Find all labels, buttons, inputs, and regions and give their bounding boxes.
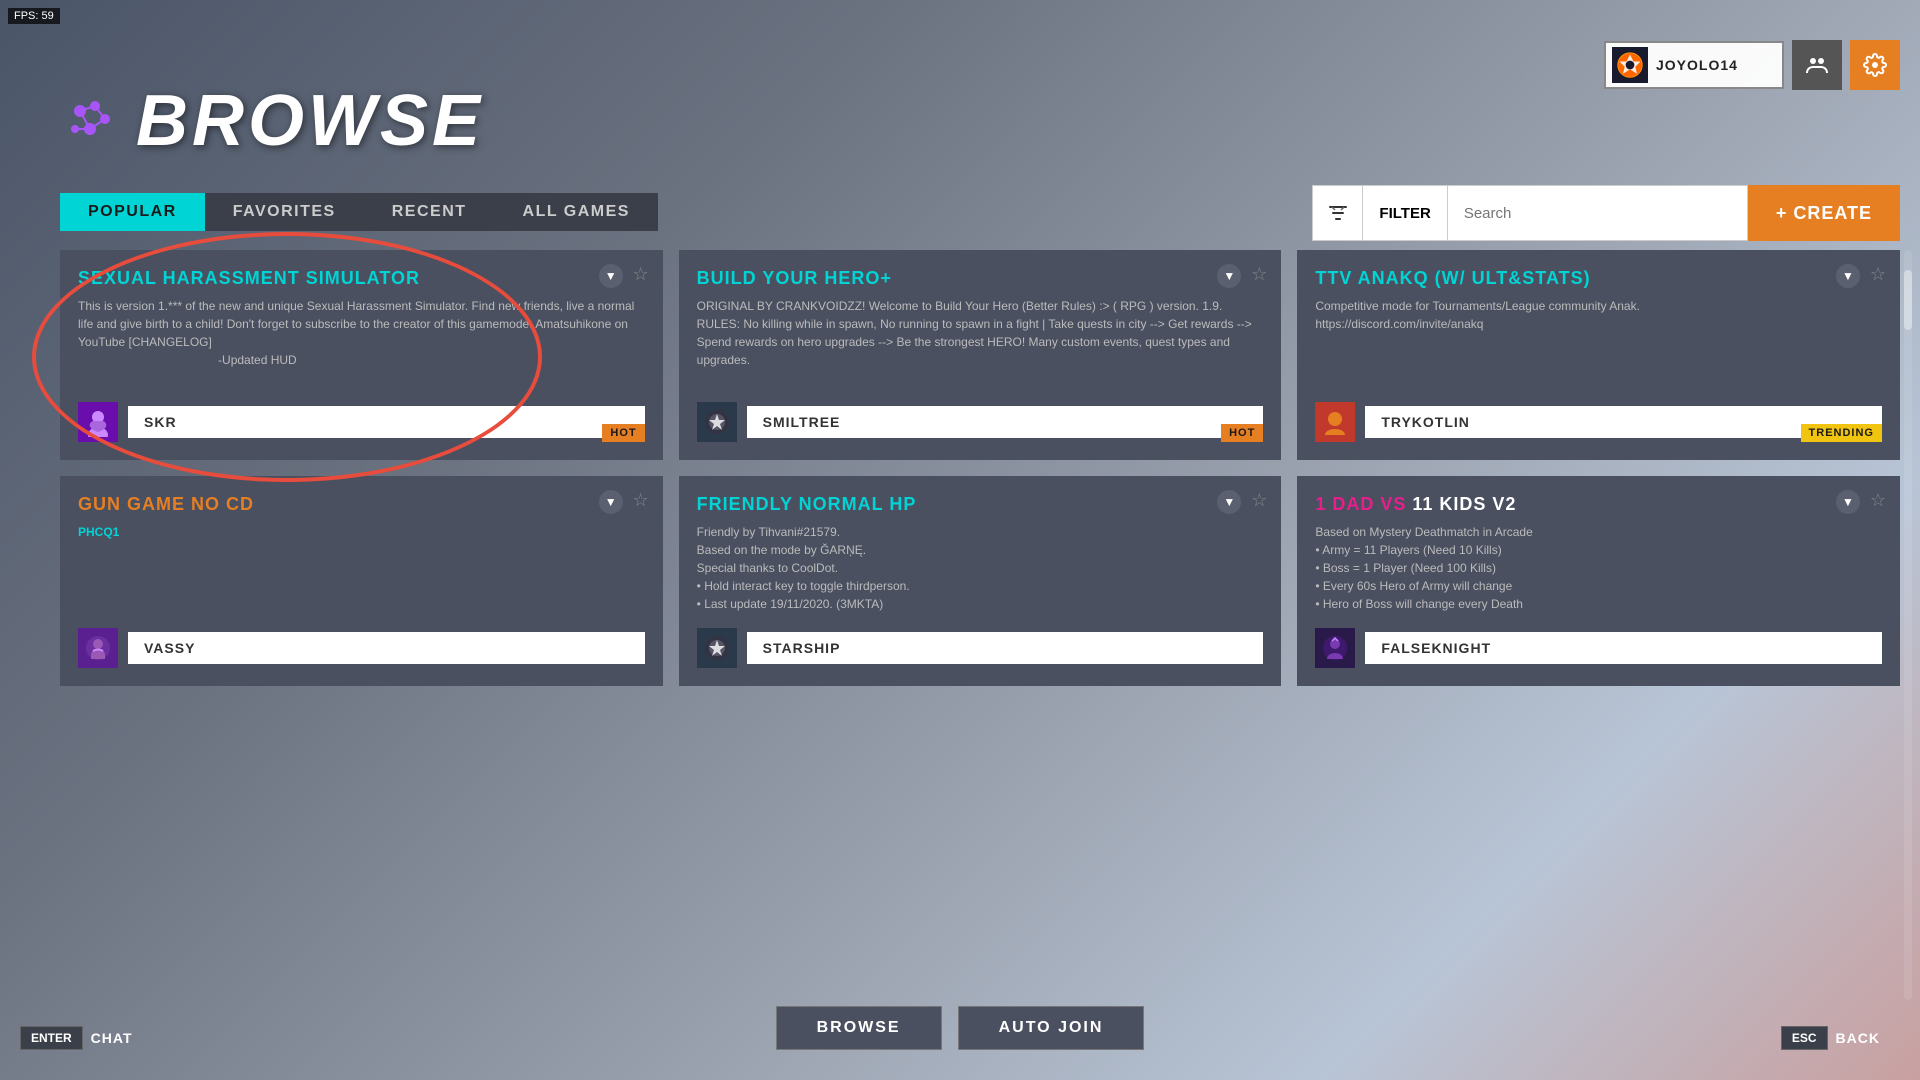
card-build-your-hero[interactable]: BUILD YOUR HERO+ ORIGINAL BY CRANKVOIDZZ… [679,250,1282,460]
card-desc: Competitive mode for Tournaments/League … [1315,297,1882,333]
card-friendly-normal-hp[interactable]: FRIENDLY NORMAL HP Friendly by Tihvani#2… [679,476,1282,686]
username: JOYOLO14 [1656,57,1738,73]
esc-key: ESC [1781,1026,1828,1050]
player-avatar [697,402,737,442]
cards-grid: SEXUAL HARASSMENT SIMULATOR This is vers… [60,250,1900,686]
back-label: BACK [1836,1030,1880,1046]
fps-value: 59 [42,10,54,22]
tabs-bar: POPULAR FAVORITES RECENT ALL GAMES [60,193,658,231]
card-star-icon[interactable]: ☆ [633,490,649,511]
scroll-thumb [1904,270,1912,330]
player-name: SKR [128,406,645,438]
card-chevron-icon[interactable]: ▼ [599,490,623,514]
card-star-icon[interactable]: ☆ [1251,490,1267,511]
card-chevron-icon[interactable]: ▼ [1836,490,1860,514]
card-title: FRIENDLY NORMAL HP [697,494,1264,515]
tab-favorites[interactable]: FAVORITES [205,193,364,231]
card-desc: Based on Mystery Deathmatch in Arcade• A… [1315,523,1882,613]
settings-button[interactable] [1850,40,1900,90]
filter-icon-box[interactable] [1312,185,1362,241]
card-footer: STARSHIP [697,628,1264,668]
filter-button[interactable]: FILTER [1362,185,1447,241]
card-title: SEXUAL HARASSMENT SIMULATOR [78,268,645,289]
bottom-bar: BROWSE AUTO JOIN [0,1006,1920,1050]
card-sexual-harassment-sim[interactable]: SEXUAL HARASSMENT SIMULATOR This is vers… [60,250,663,460]
social-button[interactable] [1792,40,1842,90]
top-bar: JOYOLO14 [1604,40,1900,90]
player-avatar [1315,402,1355,442]
hot-badge: HOT [602,424,644,442]
action-bar: FILTER + CREATE [1312,185,1900,241]
card-desc: This is version 1.*** of the new and uni… [78,297,645,369]
tab-all-games[interactable]: ALL GAMES [495,193,658,231]
player-name: STARSHIP [747,632,1264,664]
card-star-icon[interactable]: ☆ [633,264,649,285]
card-title: BUILD YOUR HERO+ [697,268,1264,289]
card-desc: ORIGINAL BY CRANKVOIDZZ! Welcome to Buil… [697,297,1264,369]
browse-header: BROWSE [60,80,484,162]
search-input[interactable] [1448,185,1748,241]
card-1-dad-vs-11-kids[interactable]: 1 DAD VS 11 KIDS V2 Based on Mystery Dea… [1297,476,1900,686]
auto-join-button[interactable]: AUTO JOIN [958,1006,1145,1050]
card-footer: SKR [78,402,645,442]
player-avatar [78,402,118,442]
card-footer: VASSY [78,628,645,668]
card-star-icon[interactable]: ☆ [1870,264,1886,285]
filter-label: FILTER [1379,205,1430,222]
card-title: GUN GAME NO CD [78,494,645,515]
card-gun-game[interactable]: GUN GAME NO CD PHCQ1 VASSY ▼ ☆ [60,476,663,686]
card-footer: SMILTREE [697,402,1264,442]
player-name: FALSEKNIGHT [1365,632,1882,664]
fps-label: FPS: [14,10,38,22]
player-avatar [78,628,118,668]
card-title-white: 11 KIDS V2 [1412,494,1516,514]
user-profile[interactable]: JOYOLO14 [1604,41,1784,89]
card-title-pink: 1 DAD VS [1315,494,1412,514]
scrollbar[interactable] [1904,250,1912,1000]
player-avatar [697,628,737,668]
browse-logo-icon [60,91,120,151]
player-name: VASSY [128,632,645,664]
card-footer: FALSEKNIGHT [1315,628,1882,668]
card-title: TTV ANAKQ (W/ ULT&STATS) [1315,268,1882,289]
card-star-icon[interactable]: ☆ [1251,264,1267,285]
fps-counter: FPS: 59 [8,8,60,24]
card-footer: TRYKOTLIN [1315,402,1882,442]
card-desc: Friendly by Tihvani#21579.Based on the m… [697,523,1264,613]
user-avatar-icon [1612,47,1648,83]
page-title: BROWSE [136,80,484,162]
card-desc: PHCQ1 [78,523,645,541]
card-star-icon[interactable]: ☆ [1870,490,1886,511]
card-title: 1 DAD VS 11 KIDS V2 [1315,494,1882,515]
tab-popular[interactable]: POPULAR [60,193,205,231]
card-chevron-icon[interactable]: ▼ [1836,264,1860,288]
browse-button[interactable]: BROWSE [776,1006,942,1050]
player-avatar [1315,628,1355,668]
trending-badge: TRENDING [1801,424,1882,442]
bottom-right: ESC BACK [1781,1026,1900,1050]
scroll-track [1904,250,1912,1000]
create-label: + CREATE [1776,203,1872,224]
tab-recent[interactable]: RECENT [364,193,495,231]
card-chevron-icon[interactable]: ▼ [599,264,623,288]
player-name: SMILTREE [747,406,1264,438]
create-button[interactable]: + CREATE [1748,185,1900,241]
hot-badge: HOT [1221,424,1263,442]
card-ttv-anakq[interactable]: TTV ANAKQ (W/ ULT&STATS) Competitive mod… [1297,250,1900,460]
